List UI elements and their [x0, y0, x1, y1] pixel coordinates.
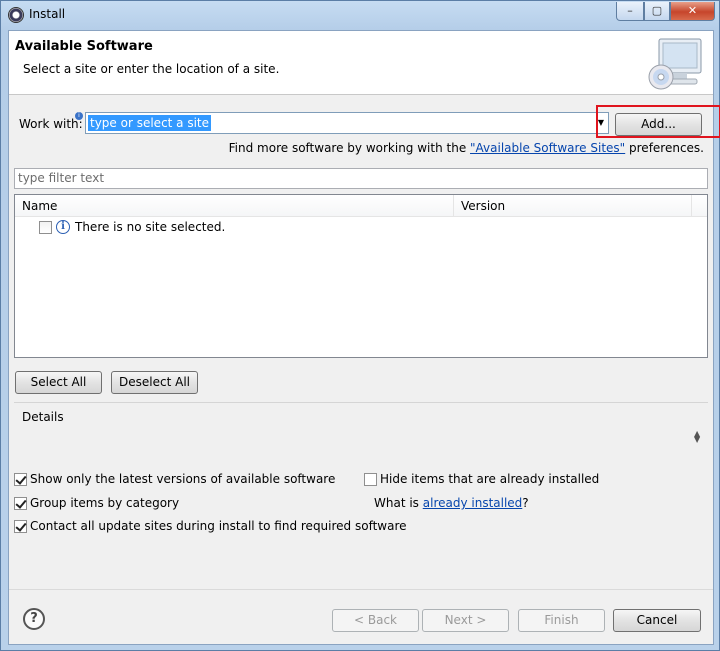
work-with-label: Work with:	[19, 117, 83, 131]
group-by-category-checkbox[interactable]	[14, 496, 27, 510]
content-assist-icon: i	[75, 112, 83, 120]
dialog-body: Available Software Select a site or ente…	[8, 30, 720, 645]
eclipse-app-icon	[8, 7, 24, 23]
filter-input[interactable]: type filter text	[14, 168, 708, 189]
row-checkbox[interactable]	[39, 221, 52, 234]
hide-installed-option[interactable]: Hide items that are already installed	[364, 472, 599, 486]
column-divider[interactable]	[453, 195, 454, 217]
what-installed-suffix: ?	[522, 496, 529, 510]
minimize-button[interactable]: –	[616, 2, 644, 21]
install-window: Install – ▢ ✕ Available Software Select …	[0, 0, 720, 651]
maximize-button[interactable]: ▢	[644, 2, 670, 21]
column-divider[interactable]	[691, 195, 692, 217]
monitor-cd-icon	[648, 38, 702, 90]
latest-versions-option[interactable]: Show only the latest versions of availab…	[14, 472, 335, 486]
tree-row-label: There is no site selected.	[75, 220, 226, 234]
details-label: Details	[22, 410, 64, 424]
title-bar[interactable]: Install – ▢ ✕	[1, 1, 719, 29]
tree-header: Name Version	[15, 195, 707, 217]
page-title: Available Software	[15, 39, 153, 54]
group-by-category-option[interactable]: Group items by category	[14, 496, 179, 510]
work-with-combo[interactable]: type or select a site ▼	[85, 112, 609, 134]
what-installed-text: What is already installed?	[374, 496, 529, 510]
finish-button[interactable]: Finish	[518, 609, 605, 632]
contact-sites-label: Contact all update sites during install …	[30, 519, 407, 533]
help-icon[interactable]: ?	[23, 608, 45, 630]
page-subtitle: Select a site or enter the location of a…	[23, 62, 280, 76]
back-button[interactable]: < Back	[332, 609, 419, 632]
work-with-input[interactable]: type or select a site	[88, 115, 212, 131]
details-section: Details ▲ ▼	[14, 402, 708, 462]
software-tree[interactable]: Name Version i There is no site selected…	[14, 194, 708, 358]
already-installed-link[interactable]: already installed	[423, 496, 523, 510]
what-installed-prefix: What is	[374, 496, 423, 510]
find-more-suffix: preferences.	[625, 141, 704, 155]
find-more-text: Find more software by working with the "…	[229, 141, 704, 155]
footer-divider	[9, 589, 713, 590]
cancel-button[interactable]: Cancel	[613, 609, 701, 632]
group-by-category-label: Group items by category	[30, 496, 180, 510]
column-version[interactable]: Version	[461, 199, 505, 213]
select-all-button[interactable]: Select All	[15, 371, 102, 394]
close-button[interactable]: ✕	[670, 2, 715, 21]
hide-installed-checkbox[interactable]	[364, 472, 377, 486]
column-name[interactable]: Name	[22, 199, 57, 213]
wizard-header: Available Software Select a site or ente…	[9, 31, 713, 95]
available-software-sites-link[interactable]: "Available Software Sites"	[470, 141, 625, 155]
next-button[interactable]: Next >	[422, 609, 509, 632]
window-title: Install	[29, 7, 66, 21]
info-icon: i	[56, 220, 70, 234]
find-more-prefix: Find more software by working with the	[228, 141, 471, 155]
annotation-highlight-box	[596, 105, 720, 138]
latest-versions-checkbox[interactable]	[14, 472, 27, 486]
deselect-all-button[interactable]: Deselect All	[111, 371, 198, 394]
contact-sites-option[interactable]: Contact all update sites during install …	[14, 519, 407, 533]
details-scroll-arrows[interactable]: ▲ ▼	[694, 430, 700, 444]
contact-sites-checkbox[interactable]	[14, 519, 27, 533]
hide-installed-label: Hide items that are already installed	[380, 472, 600, 486]
latest-versions-label: Show only the latest versions of availab…	[30, 472, 336, 486]
